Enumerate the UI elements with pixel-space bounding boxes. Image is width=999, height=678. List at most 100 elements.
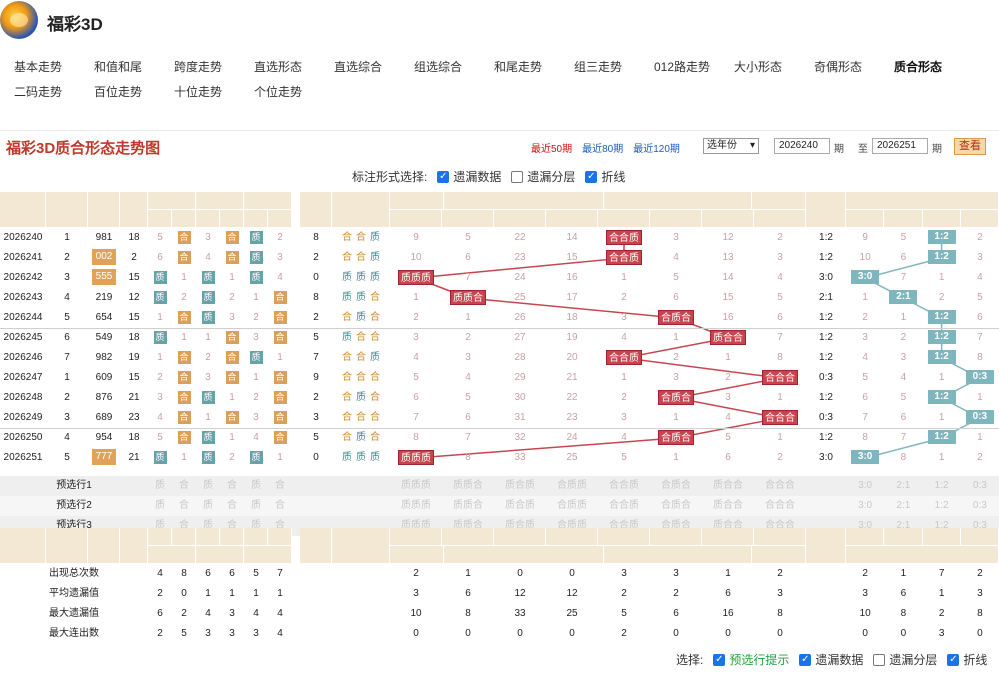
- winning-number-cell: 654: [95, 312, 113, 323]
- nav-item[interactable]: 奇偶形态: [814, 56, 894, 81]
- checkbox[interactable]: [873, 653, 886, 666]
- form-miss-cell: 32: [514, 432, 526, 443]
- ratio-miss-cell: 1: [900, 312, 907, 323]
- header-he: [268, 528, 292, 546]
- ratio-cell: 1:2: [819, 432, 833, 443]
- ratio-miss-cell: 10: [859, 252, 871, 263]
- position-miss-cell: 1: [205, 332, 211, 343]
- position-cell: 合: [172, 368, 196, 388]
- ratio-hit-cell: 1:2: [923, 388, 961, 408]
- ratio-miss-cell: 1: [938, 272, 945, 283]
- nav-item[interactable]: 和值和尾: [94, 56, 174, 81]
- nav-item[interactable]: 大小形态: [734, 56, 814, 81]
- preselect-row[interactable]: 预选行2 质合质合质合质质质 质质合 质合质 合质质 合合质 合质合 质合合 合合合 3:0 2:1…: [0, 496, 999, 516]
- checkbox-label: 预选行提示: [729, 653, 790, 667]
- recent-120-link[interactable]: 最近120期: [633, 140, 680, 155]
- to-period-input[interactable]: 2026251: [872, 138, 928, 154]
- stats-row: 最大遗漏值 6 2 4 3 4 4 10 8 33 25 5 6 16 8 10 8 2 8: [0, 604, 999, 624]
- form-miss-cell: 31: [514, 412, 526, 423]
- form-text: 质质质: [340, 452, 382, 463]
- form-miss-cell: 33: [514, 452, 526, 463]
- winning-number-cell: 219: [95, 292, 113, 303]
- checkbox[interactable]: ✓: [437, 170, 450, 183]
- form-miss-cell: 4: [777, 272, 783, 283]
- form-text: 合合质: [340, 232, 382, 243]
- nav-item[interactable]: 百位走势: [94, 81, 174, 106]
- checkbox[interactable]: [511, 170, 524, 183]
- stats-value: 6: [229, 568, 235, 579]
- form-miss-cell: 24: [566, 432, 578, 443]
- checkbox[interactable]: ✓: [585, 170, 598, 183]
- form-miss-cell: 14: [722, 272, 734, 283]
- year-select[interactable]: 选年份: [703, 138, 759, 154]
- sum-cell: 15: [128, 312, 140, 323]
- stats-value: 2: [621, 628, 627, 639]
- form-miss-cell: 25: [566, 452, 578, 463]
- form-miss-cell: 16: [566, 272, 578, 283]
- position-miss-cell: 3: [157, 392, 163, 403]
- position-miss-cell: 1: [181, 272, 187, 283]
- span-cell: 3: [313, 412, 319, 423]
- weekday-cell: 2: [64, 252, 70, 263]
- prime-char: 质: [342, 292, 352, 303]
- from-period-input[interactable]: 2026240: [774, 138, 830, 154]
- form-text: 合合合: [340, 412, 382, 423]
- composite-char: 合: [342, 392, 352, 403]
- preselect-row[interactable]: 预选行1 质合质合质合质质质 质质合 质合质 合质质 合合质 合质合 质合合 合合合 3:0 2:1…: [0, 476, 999, 496]
- form-hit-cell: 质质质: [390, 268, 442, 288]
- checkbox[interactable]: ✓: [799, 653, 812, 666]
- period-cell: 2026240: [3, 232, 43, 243]
- form-text: 合质合: [340, 392, 382, 403]
- header-qihao: [0, 192, 46, 228]
- stats-label: 出现总次数: [49, 568, 99, 579]
- nav-item[interactable]: 个位走势: [254, 81, 334, 106]
- position-cell: 合: [220, 348, 244, 368]
- nav-item[interactable]: 直选形态: [254, 56, 334, 81]
- nav-item[interactable]: 质合形态: [894, 56, 974, 81]
- period-cell: 2026251: [3, 452, 43, 463]
- form-cell: 合合合: [332, 408, 390, 428]
- sum-cell: 15: [128, 372, 140, 383]
- nav-item[interactable]: 十位走势: [174, 81, 254, 106]
- stats-label: 最大连出数: [49, 628, 99, 639]
- nav-item[interactable]: 跨度走势: [174, 56, 254, 81]
- nav-item[interactable]: 组三走势: [574, 56, 654, 81]
- prime-char: 质: [342, 272, 352, 283]
- nav-item[interactable]: 直选综合: [334, 56, 414, 81]
- prime-char: 质: [356, 292, 366, 303]
- ratio-hit-cell: 1:2: [923, 248, 961, 268]
- nav-item[interactable]: 012路走势: [654, 56, 734, 81]
- nav-item[interactable]: 二码走势: [14, 81, 94, 106]
- header-hhh: [754, 210, 806, 228]
- form-hit-mark: 合合合: [762, 409, 798, 425]
- prime-char: 质: [370, 232, 380, 243]
- checkbox[interactable]: ✓: [713, 653, 726, 666]
- nav-item[interactable]: 组选综合: [414, 56, 494, 81]
- nav-item[interactable]: 和尾走势: [494, 56, 574, 81]
- weekday-cell: 1: [64, 372, 70, 383]
- form-miss-cell: 23: [514, 252, 526, 263]
- ratio-hit-cell: 1:2: [923, 308, 961, 328]
- position-miss-cell: 2: [157, 372, 163, 383]
- header-zhi: [148, 210, 172, 228]
- recent-50-link[interactable]: 最近50期: [531, 140, 572, 155]
- header-xingtai: [332, 192, 390, 228]
- table-row: 2026240 1 981 18 5 合 3 合质 2 8 合合质 9 5 22 14 合合质 3 12 2 1:2 9…: [0, 228, 999, 248]
- ratio-hit-cell: 2:1: [884, 288, 922, 308]
- period-cell: 2026248: [3, 392, 43, 403]
- ratio-miss-cell: 5: [900, 232, 907, 243]
- form-hit-mark: 合质合: [658, 389, 694, 405]
- query-button[interactable]: 查看: [954, 138, 986, 155]
- nav-item[interactable]: 基本走势: [14, 56, 94, 81]
- recent-80-link[interactable]: 最近80期: [582, 140, 623, 155]
- form-cell: 合质合: [332, 388, 390, 408]
- checkbox[interactable]: ✓: [947, 653, 960, 666]
- header-zzz: [390, 528, 442, 546]
- form-miss-cell: 2: [413, 312, 419, 323]
- form-miss-cell: 4: [621, 332, 627, 343]
- stats-value: 5: [621, 608, 627, 619]
- composite-tag: 合: [225, 350, 239, 364]
- prime-tag: 质: [153, 290, 167, 304]
- position-cell: 合: [268, 408, 292, 428]
- form-miss-cell: 1: [413, 292, 419, 303]
